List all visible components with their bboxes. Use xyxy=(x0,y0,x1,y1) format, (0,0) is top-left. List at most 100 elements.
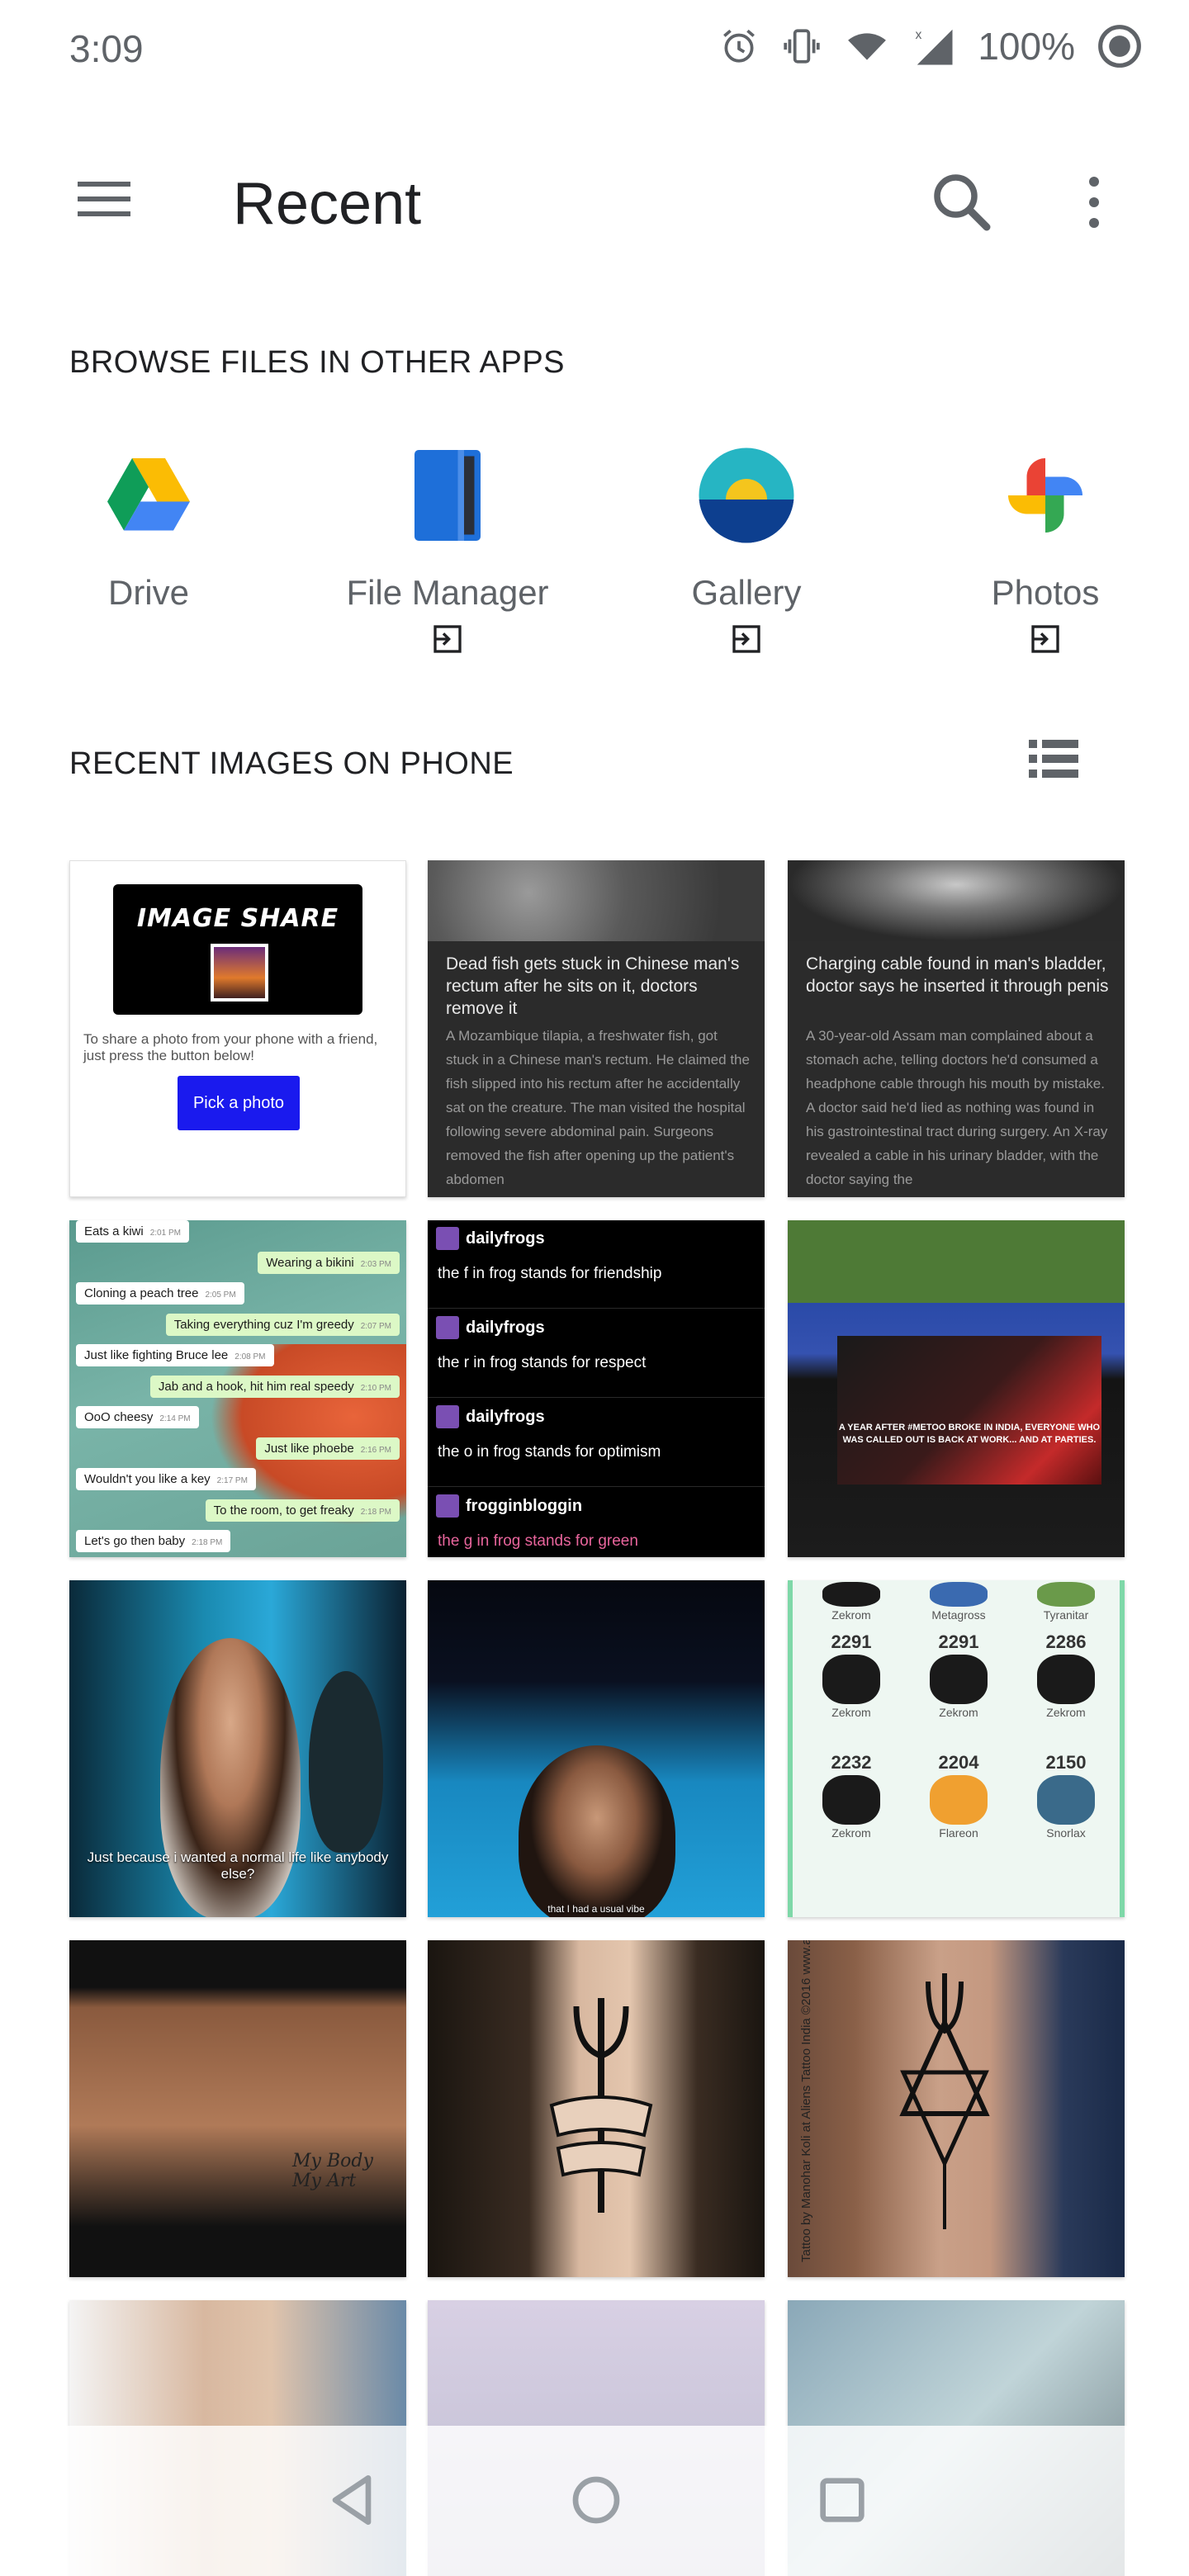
pokemon-card: 2232 Zekrom xyxy=(798,1752,905,1840)
share-description: To share a photo from your phone with a … xyxy=(83,1031,378,1063)
chat-message: Cloning a peach tree 2:05 PM xyxy=(76,1282,244,1305)
app-drive[interactable]: Drive xyxy=(17,429,281,669)
back-triangle-icon[interactable] xyxy=(319,2467,385,2533)
pokemon-card: 2150 Snorlax xyxy=(1012,1752,1120,1840)
pokemon-name: Zekrom xyxy=(831,1706,871,1719)
laptop-display xyxy=(837,1336,1101,1485)
image-thumbnail[interactable]: My Body My Art xyxy=(69,1940,406,2277)
battery-icon xyxy=(1098,25,1141,68)
app-label: File Manager xyxy=(346,573,549,612)
article-body: A 30-year-old Assam man complained about… xyxy=(806,1028,1108,1187)
chat-message-time: 2:05 PM xyxy=(205,1290,236,1300)
article-photo xyxy=(788,860,1125,941)
pokemon-cp: 2291 xyxy=(938,1631,979,1652)
pokemon-name: Zekrom xyxy=(831,1608,871,1622)
more-vert-icon[interactable] xyxy=(1065,165,1123,239)
chat-message: Taking everything cuz I'm greedy 2:07 PM xyxy=(165,1313,400,1336)
wifi-icon xyxy=(848,33,887,60)
gallery-icon xyxy=(699,447,794,543)
pokemon-card: 2291 Zekrom xyxy=(905,1631,1012,1719)
chat-message-text: Wearing a bikini xyxy=(266,1255,354,1270)
chat-message-text: To the room, to get freaky xyxy=(213,1503,354,1518)
avatar xyxy=(436,1316,459,1339)
article-body: A Mozambique tilapia, a freshwater fish,… xyxy=(446,1028,750,1187)
browse-section-header: BROWSE FILES IN OTHER APPS xyxy=(69,345,566,380)
pokemon-cp: 2150 xyxy=(1045,1752,1087,1773)
pokemon-name: Snorlax xyxy=(1046,1826,1086,1840)
avatar xyxy=(436,1494,459,1518)
app-file-manager[interactable]: File Manager xyxy=(315,429,580,669)
chat-message: Eats a kiwi 2:01 PM xyxy=(76,1220,189,1243)
image-thumbnail[interactable]: IMAGE SHARE To share a photo from your p… xyxy=(69,860,406,1197)
app-gallery[interactable]: Gallery xyxy=(614,429,879,669)
chat-message-time: 2:16 PM xyxy=(360,1445,391,1455)
image-thumbnail[interactable]: Just because i wanted a normal life like… xyxy=(69,1580,406,1917)
pokemon-card: 2286 Zekrom xyxy=(1012,1631,1120,1719)
app-label: Photos xyxy=(991,573,1100,612)
chat-message-time: 2:14 PM xyxy=(159,1414,191,1423)
image-thumbnail[interactable]: Zekrom Metagross Tyranitar 2291 Zekrom 2291 Z… xyxy=(788,1580,1125,1917)
frog-username: frogginbloggin xyxy=(466,1497,583,1515)
app-label: Drive xyxy=(107,573,189,612)
chat-message-time: 2:18 PM xyxy=(360,1507,391,1517)
status-icons: x 100% xyxy=(718,23,1143,69)
recents-square-icon[interactable] xyxy=(809,2467,875,2533)
tattoo-credit-text: Tattoo by Manohar Koli at Aliens Tattoo … xyxy=(799,1940,813,2262)
article-title: Dead fish gets stuck in Chinese man's re… xyxy=(446,954,740,1018)
open-external-icon xyxy=(433,625,462,653)
system-nav-bar xyxy=(0,2426,1189,2576)
home-circle-icon[interactable] xyxy=(563,2467,629,2533)
image-thumbnail[interactable]: A YEAR AFTER #METOO BROKE IN INDIA, EVER… xyxy=(788,1220,1125,1557)
chat-message-text: Wouldn't you like a key xyxy=(84,1472,211,1486)
frog-username: dailyfrogs xyxy=(466,1408,545,1426)
article-title: Charging cable found in man's bladder, d… xyxy=(806,954,1109,996)
hamburger-menu-icon[interactable] xyxy=(69,170,139,228)
pokemon-sprite xyxy=(822,1655,880,1704)
pokemon-name: Zekrom xyxy=(939,1706,978,1719)
pokemon-name: Metagross xyxy=(931,1608,986,1622)
chat-message-text: Let's go then baby xyxy=(84,1534,186,1548)
pokemon-name: Flareon xyxy=(939,1826,978,1840)
chat-message: Jab and a hook, hit him real speedy 2:10 … xyxy=(149,1375,400,1398)
list-view-icon[interactable] xyxy=(1021,730,1087,788)
pokemon-cp: 2286 xyxy=(1045,1631,1087,1652)
chat-message: Wearing a bikini 2:03 PM xyxy=(258,1251,400,1274)
image-thumbnail[interactable]: Charging cable found in man's bladder, d… xyxy=(788,860,1125,1197)
page-title: Recent xyxy=(233,171,422,237)
pokemon-card: 2291 Zekrom xyxy=(798,1631,905,1719)
status-bar: 3:09 x 100% xyxy=(0,0,1189,99)
chat-message-text: Taking everything cuz I'm greedy xyxy=(173,1317,354,1332)
image-thumbnail[interactable]: Dead fish gets stuck in Chinese man's re… xyxy=(428,860,765,1197)
pokemon-name: Zekrom xyxy=(831,1826,871,1840)
frog-post-text: the o in frog stands for optimism xyxy=(438,1443,661,1461)
chat-message-text: Eats a kiwi xyxy=(84,1224,144,1238)
chat-message: To the room, to get freaky 2:18 PM xyxy=(205,1499,400,1522)
laptop-caption: A YEAR AFTER #METOO BROKE IN INDIA, EVER… xyxy=(838,1423,1101,1445)
share-title: IMAGE SHARE xyxy=(136,904,339,933)
pick-photo-button: Pick a photo xyxy=(178,1076,300,1130)
apps-row: Drive File Manager Gallery Photos xyxy=(0,429,1189,677)
chat-message-text: OoO cheesy xyxy=(84,1410,154,1424)
pokemon-name: Zekrom xyxy=(1046,1706,1086,1719)
pokemon-cp: 2232 xyxy=(831,1752,872,1773)
status-time: 3:09 xyxy=(69,27,144,70)
app-photos[interactable]: Photos xyxy=(913,429,1177,669)
google-drive-icon xyxy=(107,458,190,531)
chat-message-time: 2:10 PM xyxy=(360,1383,391,1393)
signal-icon: x xyxy=(916,28,953,65)
open-external-icon xyxy=(1031,625,1059,653)
image-thumbnail[interactable]: Eats a kiwi 2:01 PM Wearing a bikini 2:03 P… xyxy=(69,1220,406,1557)
image-thumbnail[interactable] xyxy=(428,1940,765,2277)
recent-section-header: RECENT IMAGES ON PHONE xyxy=(69,746,514,781)
pokemon-sprite xyxy=(822,1775,880,1825)
file-manager-icon xyxy=(414,450,481,541)
image-thumbnail[interactable]: Tattoo by Manohar Koli at Aliens Tattoo … xyxy=(788,1940,1125,2277)
image-thumbnail[interactable]: that I had a usual vibe xyxy=(428,1580,765,1917)
chat-message-text: Just like phoebe xyxy=(264,1441,354,1456)
chat-message-time: 2:18 PM xyxy=(192,1538,223,1547)
chat-message: Wouldn't you like a key 2:17 PM xyxy=(76,1468,256,1490)
frog-post-text: the f in frog stands for friendship xyxy=(438,1265,662,1282)
search-icon[interactable] xyxy=(925,165,999,239)
frog-username: dailyfrogs xyxy=(466,1229,545,1248)
image-thumbnail[interactable]: dailyfrogs the f in frog stands for frien… xyxy=(428,1220,765,1557)
